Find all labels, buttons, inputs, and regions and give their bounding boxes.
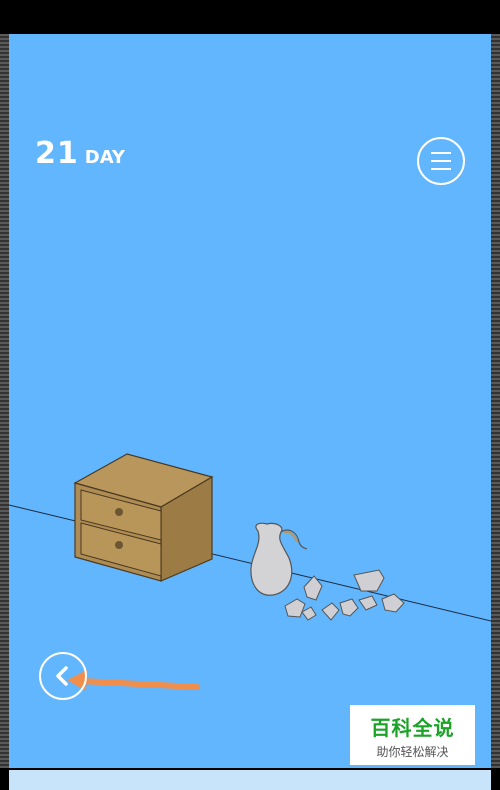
- day-label: DAY: [84, 147, 125, 168]
- chevron-left-icon: [56, 666, 68, 686]
- watermark-subtitle: 助你轻松解决: [376, 745, 449, 759]
- right-edge-strip: [491, 34, 500, 768]
- vase[interactable]: [250, 522, 308, 596]
- nightstand[interactable]: [73, 453, 214, 582]
- broken-vase-shards[interactable]: [284, 569, 405, 621]
- back-button[interactable]: [39, 652, 87, 700]
- drawer-knob-bottom: [115, 541, 123, 549]
- watermark-badge: 百科全说 助你轻松解决: [350, 705, 475, 765]
- bottom-bar: [9, 770, 491, 790]
- left-edge-strip: [0, 34, 9, 768]
- drawer-knob-top: [115, 508, 123, 516]
- menu-button[interactable]: [417, 137, 465, 185]
- watermark-title: 百科全说: [370, 716, 455, 740]
- day-number: 21: [35, 136, 79, 171]
- day-counter: 21 DAY: [35, 136, 125, 171]
- game-screen[interactable]: 21 DAY 百科全说 助你轻松解决: [9, 34, 491, 768]
